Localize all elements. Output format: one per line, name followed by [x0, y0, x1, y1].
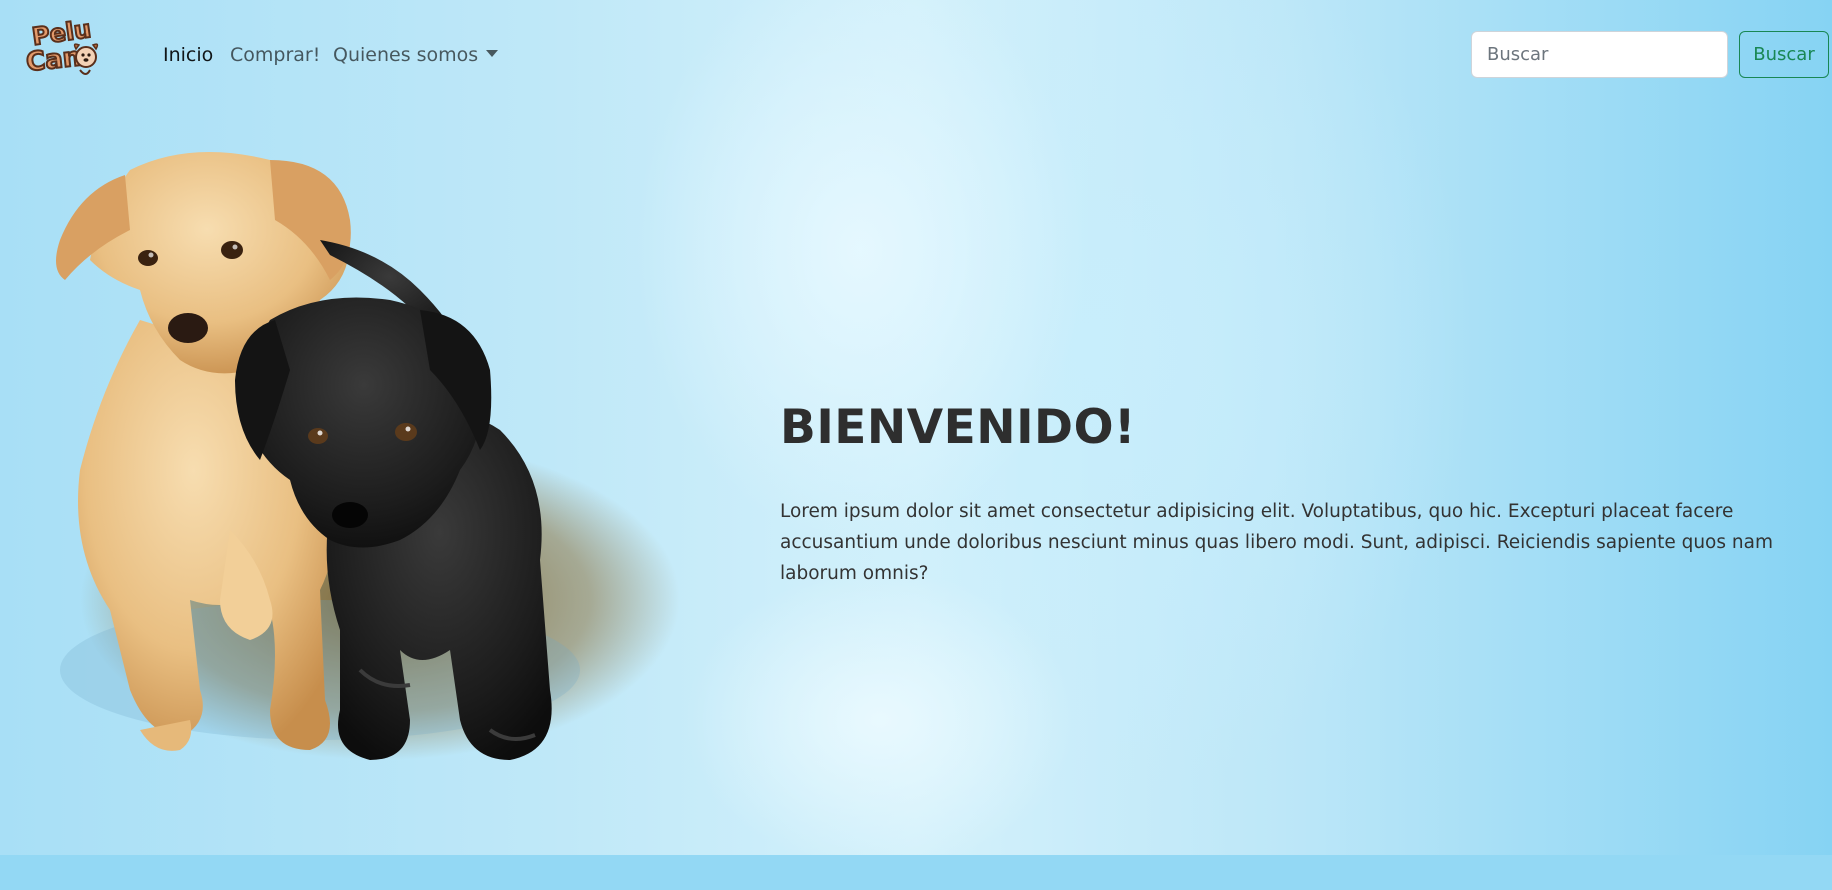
hero-title: BIENVENIDO!: [780, 400, 1136, 455]
hero-text: Lorem ipsum dolor sit amet consectetur a…: [780, 501, 1773, 584]
svg-text:Can: Can: [25, 42, 83, 78]
puppies-image: [56, 152, 680, 760]
chevron-down-icon: [486, 50, 499, 57]
navbar: Pelu Can Inicio Comprar! Quienes somos B…: [0, 0, 1832, 110]
nav-item-inicio[interactable]: Inicio: [163, 42, 213, 68]
brand-logo[interactable]: Pelu Can: [24, 14, 112, 80]
nav-item-comprar[interactable]: Comprar!: [230, 42, 320, 68]
search-button[interactable]: Buscar: [1739, 31, 1829, 78]
footer-strip: [0, 855, 1832, 890]
logo-icon: Pelu Can: [24, 14, 99, 79]
nav-item-label: Quienes somos: [333, 44, 479, 66]
search-input[interactable]: [1471, 31, 1728, 78]
nav-item-quienes-somos[interactable]: Quienes somos: [333, 42, 499, 68]
